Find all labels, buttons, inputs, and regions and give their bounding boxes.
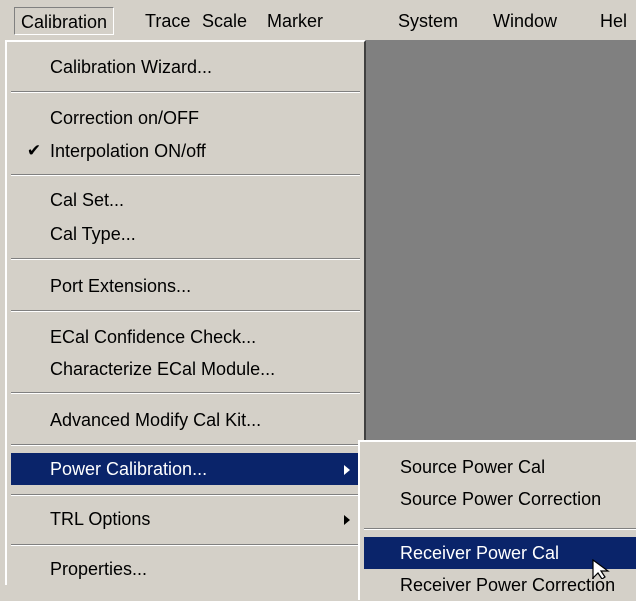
menu-separator <box>11 310 360 312</box>
menu-item-label: Advanced Modify Cal Kit... <box>50 410 262 430</box>
menu-separator <box>11 174 360 176</box>
calibration-menu: Calibration Wizard... Correction on/OFF … <box>5 40 366 585</box>
menu-item-advanced-modify-cal-kit[interactable]: Advanced Modify Cal Kit... <box>11 404 360 436</box>
menu-calibration[interactable]: Calibration <box>14 7 115 35</box>
menu-separator <box>11 258 360 260</box>
measurement-window-area <box>366 40 636 440</box>
menu-separator <box>11 494 360 496</box>
submenu-item-source-power-cal[interactable]: Source Power Cal <box>364 451 636 483</box>
menu-separator <box>11 392 360 394</box>
submenu-arrow-icon <box>344 515 350 525</box>
menu-item-trl-options[interactable]: TRL Options <box>11 503 360 535</box>
menu-system[interactable]: System <box>392 7 464 35</box>
menu-item-label: Calibration Wizard... <box>50 57 213 77</box>
menu-marker[interactable]: Marker <box>261 7 329 35</box>
mouse-pointer-icon <box>592 559 610 579</box>
menu-separator <box>11 544 360 546</box>
menu-item-label: Cal Set... <box>50 190 125 210</box>
menu-trace[interactable]: Trace <box>139 7 196 35</box>
menu-item-ecal-confidence-check[interactable]: ECal Confidence Check... <box>11 321 360 353</box>
menu-separator <box>364 528 636 530</box>
menu-item-port-extensions[interactable]: Port Extensions... <box>11 270 360 302</box>
menu-item-label: Source Power Correction <box>400 489 602 509</box>
menu-scale[interactable]: Scale <box>196 7 253 35</box>
menu-help[interactable]: Hel <box>594 7 633 35</box>
menu-item-interpolation[interactable]: ✔ Interpolation ON/off <box>11 135 360 167</box>
menu-separator <box>11 91 360 93</box>
menu-bar: Calibration Trace Scale Marker System Wi… <box>0 0 636 40</box>
menu-item-properties[interactable]: Properties... <box>11 553 360 585</box>
submenu-item-source-power-correction[interactable]: Source Power Correction <box>364 483 636 515</box>
menu-item-label: Properties... <box>50 559 148 579</box>
menu-item-characterize-ecal[interactable]: Characterize ECal Module... <box>11 353 360 385</box>
menu-item-correction[interactable]: Correction on/OFF <box>11 102 360 134</box>
menu-item-cal-type[interactable]: Cal Type... <box>11 218 360 250</box>
menu-item-label: Source Power Cal <box>400 457 546 477</box>
menu-item-label: Receiver Power Correction <box>400 575 616 595</box>
menu-item-label: Receiver Power Cal <box>400 543 560 563</box>
menu-item-label: Characterize ECal Module... <box>50 359 276 379</box>
menu-item-label: Port Extensions... <box>50 276 192 296</box>
menu-item-cal-set[interactable]: Cal Set... <box>11 184 360 216</box>
menu-item-label: TRL Options <box>50 509 151 529</box>
menu-item-calibration-wizard[interactable]: Calibration Wizard... <box>11 51 360 83</box>
menu-item-power-calibration[interactable]: Power Calibration... <box>11 453 360 485</box>
menu-window[interactable]: Window <box>487 7 563 35</box>
menu-separator <box>11 444 360 446</box>
menu-item-label: Correction on/OFF <box>50 108 200 128</box>
menu-item-label: Power Calibration... <box>50 459 208 479</box>
menu-item-label: Cal Type... <box>50 224 136 244</box>
menu-item-label: Interpolation ON/off <box>50 141 206 161</box>
menu-item-label: ECal Confidence Check... <box>50 327 257 347</box>
check-icon: ✔ <box>26 141 42 160</box>
submenu-arrow-icon <box>344 465 350 475</box>
